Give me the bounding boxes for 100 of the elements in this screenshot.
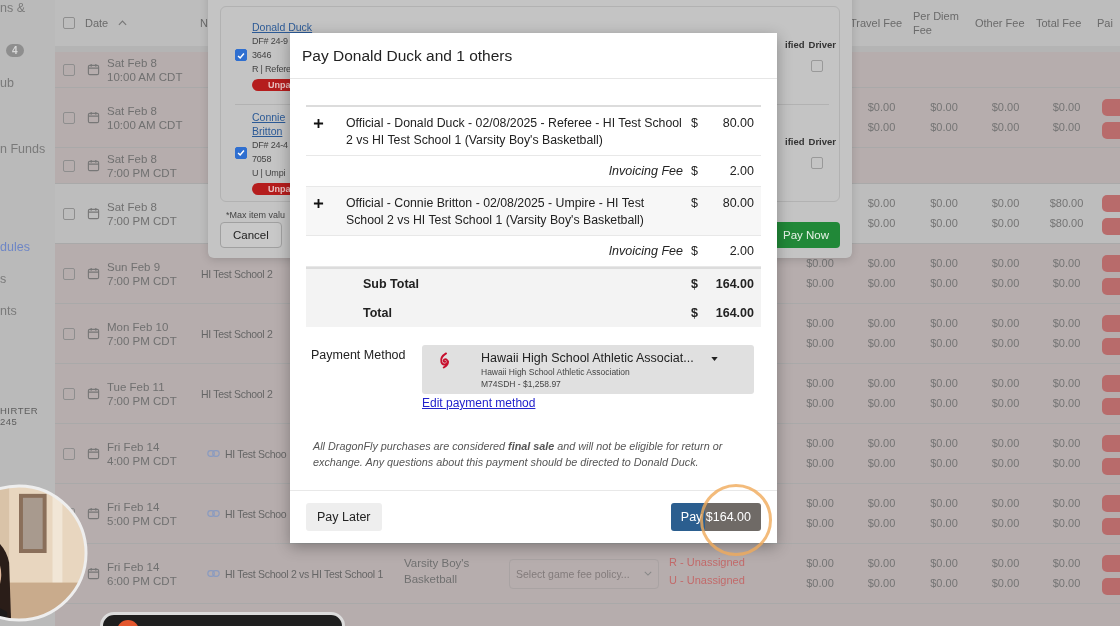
row-checkbox[interactable] [62,387,75,400]
fee-amount: $0.00 [1052,377,1081,390]
official-assignment[interactable]: R - Unassigned [669,556,790,568]
currency-symbol: $ [691,163,699,180]
fee-amount: $0.00 [1052,101,1081,114]
account-name: Hawaii High School Athletic Associat... [481,351,695,366]
payee-name-link[interactable]: Donald Duck [252,19,313,34]
currency-symbol: $ [691,305,699,322]
fee-amount: $0.00 [930,277,958,290]
driver-checkbox[interactable] [811,157,823,170]
date-time: Tue Feb 11 7:00 PM CDT [107,379,177,408]
fee-amount: $0.00 [930,337,958,350]
payee-checkbox[interactable] [235,146,247,159]
calendar-icon [87,111,100,124]
payment-method-select[interactable]: Hawaii High School Athletic Associat... Hawaii High School Athletic Association M74SDH - $1,258.97 [422,345,754,394]
fee-amount: $0.00 [1052,457,1081,470]
calendar-icon [87,387,100,400]
game-category: Varsity Boy's Basketball [403,556,471,587]
sidebar-item[interactable]: n Funds [0,141,46,157]
payee-checkbox[interactable] [235,49,247,62]
fee-amount: $0.00 [930,517,958,530]
payee-detail: 7058 [252,153,272,167]
fee-amount: $80.00 [1049,197,1084,210]
cancel-button[interactable]: Cancel [220,222,282,248]
fee-amount: 2.00 [728,243,754,260]
calendar-icon [87,327,100,340]
row-checkbox[interactable] [62,159,75,172]
column-header[interactable]: Date [85,16,109,30]
edit-payment-link[interactable]: Edit payment method [422,396,536,410]
plus-icon[interactable] [313,198,324,209]
fee-amount: $0.00 [867,277,896,290]
plus-icon[interactable] [313,118,324,129]
fee-amount: $0.00 [806,317,834,330]
sidebar-item[interactable]: dules [0,239,30,255]
fee-amount: $0.00 [867,557,896,570]
sidebar-caption: HIRTER [0,405,39,416]
account-balance: M74SDH - $1,258.97 [481,378,562,390]
fee-amount: $0.00 [930,317,958,330]
date-time: Sat Feb 8 7:00 PM CDT [107,199,177,228]
row-checkbox[interactable] [62,327,75,340]
sidebar-item[interactable]: s [0,271,7,287]
column-header[interactable]: Travel Fee [850,16,913,30]
column-header[interactable]: Pai [1097,16,1120,30]
select-all-checkbox[interactable] [62,17,75,29]
line-item-description: Official - Connie Britton - 02/08/2025 - Umpire - HI Test School 2 vs HI Test School 1 (Varsity Boy's Basketball) [346,195,646,229]
column-header[interactable]: Total Fee [1036,16,1097,30]
fee-label: Invoicing Fee [607,243,684,260]
fee-amount: $0.00 [991,457,1020,470]
date-time: Fri Feb 14 5:00 PM CDT [107,499,177,528]
payee-detail: R | Refere [252,62,291,76]
checkmark-icon [236,147,246,159]
fee-amount: $0.00 [991,497,1020,510]
total-label: Sub Total [363,276,420,293]
total-label: Total [363,305,393,322]
fee-amount: $0.00 [1052,437,1081,450]
official-assignment[interactable]: U - Unassigned [669,574,790,586]
game-name: HI Test Schoo [225,446,287,461]
fee-amount: $0.00 [930,377,958,390]
row-checkbox[interactable] [62,447,75,460]
fee-amount: $0.00 [1052,397,1081,410]
fee-amount: $0.00 [806,557,834,570]
currency-symbol: $ [691,276,699,293]
fee-amount: $0.00 [867,217,896,230]
calendar-icon [87,159,100,172]
game-name: HI Test Schoo [225,506,287,521]
fee-amount: $0.00 [867,577,896,590]
fee-amount: $0.00 [1052,497,1081,510]
calendar-icon [87,507,100,520]
column-header[interactable]: Per Diem Fee [913,9,975,37]
game-name: HI Test School 2 [201,266,273,281]
fee-amount: $0.00 [930,197,958,210]
fee-amount: $0.00 [1052,517,1081,530]
row-checkbox[interactable] [62,111,75,124]
sidebar-item[interactable]: ns & [0,0,25,16]
row-checkbox[interactable] [62,63,75,76]
fee-amount: $0.00 [930,497,958,510]
fee-amount: $0.00 [1052,121,1081,134]
fee-amount: $0.00 [991,397,1020,410]
sidebar-item[interactable]: nts [0,303,17,319]
row-checkbox[interactable] [62,267,75,280]
game-name: HI Test School 2 [201,326,273,341]
pay-later-button[interactable]: Pay Later [306,503,382,531]
fee-amount: $0.00 [991,101,1020,114]
fee-amount: $0.00 [930,437,958,450]
fee-amount: $0.00 [867,317,896,330]
row-checkbox[interactable] [62,207,75,220]
fee-amount: $0.00 [867,257,896,270]
column-header[interactable]: Other Fee [975,16,1036,30]
game-name: HI Test School 2 vs HI Test School 1 [225,566,384,581]
payment-method-label: Payment Method [310,347,407,364]
driver-checkbox[interactable] [811,59,823,72]
total-amount: 164.00 [714,276,754,293]
line-item-amount: 80.00 [721,115,754,132]
total-amount: 164.00 [714,305,754,322]
sidebar-caption: 245 [0,416,18,427]
sidebar-item[interactable]: ub [0,75,14,91]
fee-label: Invoicing Fee [607,163,684,180]
date-time: Mon Feb 10 7:00 PM CDT [107,319,177,348]
fee-amount: $0.00 [991,277,1020,290]
fee-amount: $0.00 [867,121,896,134]
